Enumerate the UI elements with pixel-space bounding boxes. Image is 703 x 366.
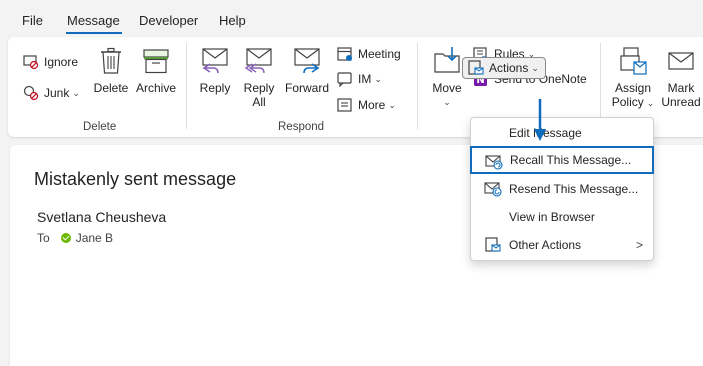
- menu-item-view-in-browser[interactable]: View in Browser: [471, 203, 653, 231]
- archive-label: Archive: [135, 81, 176, 95]
- resend-envelope-icon: [484, 182, 502, 197]
- forward-icon: [294, 48, 320, 74]
- ribbon-tabs: File Message Developer Help: [0, 0, 703, 36]
- more-label: More: [358, 98, 386, 112]
- archive-button[interactable]: Archive: [134, 45, 178, 95]
- reply-button[interactable]: Reply: [197, 45, 233, 95]
- meeting-button[interactable]: Meeting: [336, 43, 401, 65]
- delete-label: Delete: [93, 81, 129, 95]
- move-label: Move: [432, 81, 462, 95]
- envelope-icon: [668, 52, 694, 70]
- annotation-arrow-icon: [534, 99, 546, 141]
- forward-label: Forward: [284, 81, 329, 95]
- mark-unread-button[interactable]: Mark Unread: [659, 45, 703, 109]
- junk-icon: [23, 85, 39, 101]
- policy-icon: [620, 47, 647, 75]
- chevron-down-icon: ⌄: [374, 73, 382, 84]
- chevron-down-icon: ⌄: [72, 87, 80, 98]
- reply-label: Reply: [199, 81, 231, 95]
- tab-developer[interactable]: Developer: [139, 13, 198, 28]
- tab-file[interactable]: File: [22, 13, 43, 28]
- reply-icon: [202, 48, 228, 74]
- calendar-icon: [337, 47, 352, 61]
- ignore-label: Ignore: [44, 55, 79, 69]
- chevron-down-icon: ⌄: [646, 98, 655, 108]
- group-label-respond: Respond: [278, 121, 325, 133]
- chat-icon: [337, 72, 352, 87]
- assign-policy-label-1: Assign: [614, 81, 652, 95]
- to-label: To: [37, 231, 50, 245]
- junk-button[interactable]: Junk ⌄: [22, 82, 80, 104]
- chevron-down-icon: ⌄: [443, 97, 451, 107]
- menu-item-edit-message[interactable]: Edit Message: [471, 119, 653, 147]
- im-label: IM: [358, 72, 372, 86]
- menu-item-label: Recall This Message...: [510, 153, 632, 167]
- more-respond-button[interactable]: More ⌄: [336, 94, 396, 116]
- delete-button[interactable]: Delete: [92, 45, 130, 95]
- active-tab-indicator: [66, 32, 122, 34]
- reply-all-label-1: Reply: [243, 81, 275, 95]
- recipient-row: To Jane B: [37, 231, 113, 245]
- other-actions-icon: [485, 237, 501, 252]
- chevron-down-icon: ⌄: [388, 99, 396, 110]
- reply-all-icon: [244, 48, 272, 74]
- ignore-button[interactable]: Ignore: [22, 51, 78, 73]
- recipient-name[interactable]: Jane B: [76, 231, 113, 245]
- junk-label: Junk: [44, 86, 70, 100]
- message-sender[interactable]: Svetlana Cheusheva: [37, 209, 166, 225]
- menu-item-label: View in Browser: [509, 210, 595, 224]
- trash-icon: [101, 47, 121, 74]
- recall-envelope-icon: [485, 155, 503, 170]
- group-separator: [417, 43, 418, 129]
- actions-icon: [468, 60, 484, 75]
- archive-icon: [143, 49, 169, 74]
- mark-unread-label-2: Unread: [661, 95, 701, 109]
- ignore-icon: [23, 55, 39, 70]
- tab-message[interactable]: Message: [67, 13, 120, 28]
- menu-item-label: Resend This Message...: [509, 182, 639, 196]
- im-button[interactable]: IM ⌄: [336, 68, 382, 90]
- meeting-label: Meeting: [358, 47, 401, 61]
- menu-item-label: Other Actions: [509, 238, 582, 252]
- menu-item-resend-message[interactable]: Resend This Message...: [471, 175, 653, 203]
- reply-all-button[interactable]: Reply All: [241, 45, 277, 109]
- group-label-delete: Delete: [83, 121, 117, 133]
- reply-all-label-2: All: [252, 95, 266, 109]
- actions-menu: Edit Message Recall This Message... Rese…: [470, 117, 654, 261]
- presence-available-icon: [60, 233, 71, 243]
- chevron-down-icon: ⌄: [531, 62, 539, 73]
- forward-button[interactable]: Forward: [284, 45, 330, 95]
- actions-button[interactable]: Actions ⌄: [462, 57, 546, 79]
- actions-label: Actions: [489, 61, 529, 75]
- assign-policy-label-2: Policy ⌄: [611, 95, 655, 109]
- more-icon: [337, 98, 352, 112]
- message-subject: Mistakenly sent message: [34, 169, 237, 189]
- menu-item-other-actions[interactable]: Other Actions >: [471, 231, 653, 259]
- move-button[interactable]: Move ⌄: [428, 45, 466, 109]
- group-separator: [186, 43, 187, 129]
- menu-item-recall-message[interactable]: Recall This Message...: [470, 146, 654, 174]
- assign-policy-button[interactable]: Assign Policy ⌄: [611, 45, 655, 110]
- mark-unread-label-1: Mark: [667, 81, 695, 95]
- chevron-right-icon: >: [635, 238, 643, 252]
- move-folder-icon: [434, 47, 460, 73]
- tab-help[interactable]: Help: [219, 13, 246, 28]
